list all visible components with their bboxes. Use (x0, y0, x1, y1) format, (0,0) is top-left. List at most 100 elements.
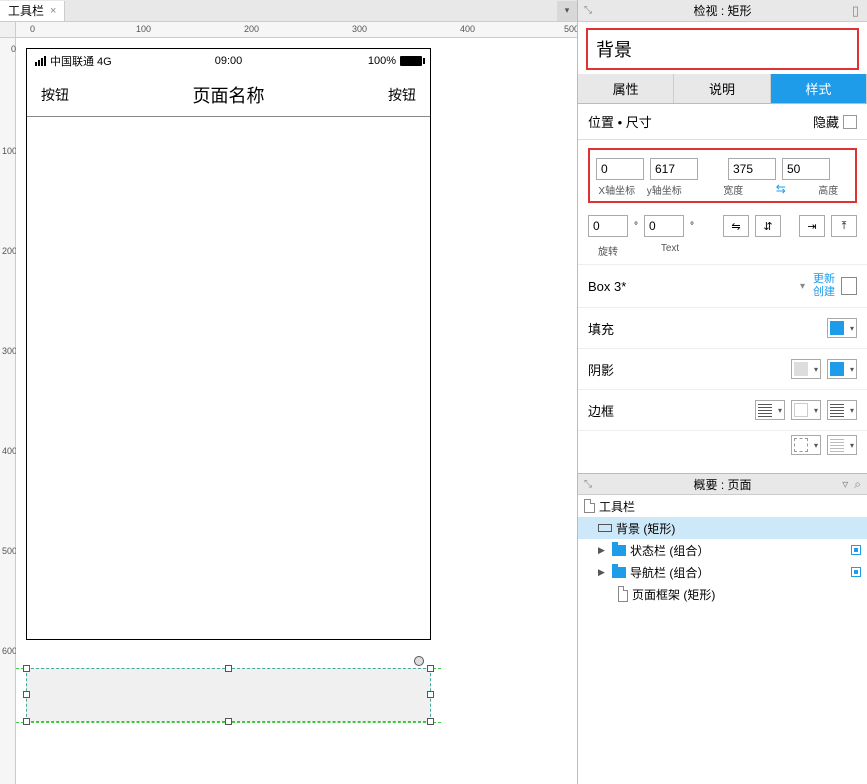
x-input[interactable] (596, 158, 644, 180)
search-icon[interactable]: ⌕ (854, 477, 861, 492)
folder-icon (612, 567, 626, 578)
tab-title: 工具栏 (8, 2, 44, 19)
horizontal-ruler: 0 100 200 300 400 500 (16, 22, 577, 38)
resize-handle[interactable] (427, 718, 434, 725)
resize-handle[interactable] (23, 718, 30, 725)
expand-icon[interactable]: ▶ (598, 567, 608, 578)
visibility-marker[interactable] (851, 545, 861, 555)
flip-h-icon[interactable]: ⇋ (723, 215, 749, 237)
outline-frame[interactable]: 页面框架 (矩形) (578, 583, 867, 605)
selected-bg-rect[interactable] (26, 668, 431, 722)
y-label: y轴坐标 (643, 182, 684, 197)
close-icon[interactable]: × (50, 5, 56, 17)
style-selector-row: Box 3* ▾ 更新 创建 (578, 264, 867, 307)
anchor-handle[interactable] (414, 656, 424, 666)
text-rotation-input[interactable] (644, 215, 684, 237)
tab-style[interactable]: 样式 (771, 74, 867, 103)
filter-icon[interactable]: ▿ (842, 477, 848, 492)
border-label: 边框 (588, 401, 749, 420)
width-label: 宽度 (713, 182, 754, 197)
shadow-label: 阴影 (588, 360, 785, 379)
corner-radius-button[interactable]: ▾ (791, 435, 821, 455)
link-wh-icon[interactable]: ⇆ (760, 182, 801, 197)
collapse-icon[interactable]: ⤡ (584, 5, 592, 16)
carrier-label: 中国联通 4G (50, 53, 112, 69)
resize-handle[interactable] (23, 665, 30, 672)
expand-icon[interactable]: ▶ (598, 545, 608, 556)
rotation-input[interactable] (588, 215, 628, 237)
position-size-section: 位置 • 尺寸 隐藏 (578, 104, 867, 140)
inspector-tabs: 属性 说明 样式 (578, 74, 867, 104)
resize-handle[interactable] (23, 691, 30, 698)
nav-title: 页面名称 (193, 82, 265, 108)
y-input[interactable] (650, 158, 698, 180)
page-icon (584, 499, 595, 513)
inspector-panel: ⤡ 检视 : 矩形 ▯ 背景 属性 说明 样式 位置 • 尺寸 隐藏 X轴坐标 … (577, 0, 867, 784)
tab-properties[interactable]: 属性 (578, 74, 674, 103)
create-style-link[interactable]: 创建 (813, 286, 835, 299)
document-tab-bar: 工具栏 × ▾ (0, 0, 577, 22)
visibility-marker[interactable] (851, 567, 861, 577)
x-label: X轴坐标 (596, 182, 637, 197)
resize-handle[interactable] (225, 718, 232, 725)
update-style-link[interactable]: 更新 (813, 273, 835, 286)
height-input[interactable] (782, 158, 830, 180)
fill-row: 填充 ▾ (578, 307, 867, 348)
resize-handle[interactable] (427, 691, 434, 698)
hide-checkbox[interactable] (843, 115, 857, 129)
fit-width-icon[interactable]: ⇥ (799, 215, 825, 237)
folder-icon (612, 545, 626, 556)
border-color-button[interactable]: ▾ (791, 400, 821, 420)
status-bar: 中国联通 4G 09:00 100% (27, 49, 430, 73)
fill-color-button[interactable]: ▾ (827, 318, 857, 338)
signal-icon (35, 56, 46, 66)
battery-percent: 100% (368, 55, 396, 67)
shadow-inner-button[interactable]: ▾ (827, 359, 857, 379)
outline-bg[interactable]: 背景 (矩形) (578, 517, 867, 539)
nav-left-button[interactable]: 按钮 (41, 85, 69, 105)
hide-label: 隐藏 (813, 112, 839, 131)
border-row: 边框 ▾ ▾ ▾ (578, 389, 867, 430)
outline-header: ⤡ 概要 : 页面 ▿ ⌕ (578, 473, 867, 495)
collapse-icon[interactable]: ⤡ (584, 479, 592, 490)
document-tab[interactable]: 工具栏 × (0, 1, 65, 21)
element-name-field[interactable]: 背景 (586, 28, 859, 70)
outline-page[interactable]: 工具栏 (578, 495, 867, 517)
design-canvas[interactable]: 中国联通 4G 09:00 100% 按钮 页面名称 按钮 (16, 38, 577, 784)
shadow-outer-button[interactable]: ▾ (791, 359, 821, 379)
outline-title: 概要 : 页面 (693, 476, 751, 493)
position-size-label: 位置 • 尺寸 (588, 112, 652, 131)
border-extra-row: ▾ ▾ (578, 430, 867, 465)
rect-icon (618, 586, 628, 602)
nav-bar: 按钮 页面名称 按钮 (27, 73, 430, 117)
tab-dropdown[interactable]: ▾ (557, 1, 577, 21)
vertical-ruler: 0 100 200 300 400 500 600 (0, 38, 16, 784)
doc-icon[interactable] (841, 277, 857, 295)
flip-v-icon[interactable]: ⇵ (755, 215, 781, 237)
outline-nav[interactable]: ▶ 导航栏 (组合） (578, 561, 867, 583)
tab-notes[interactable]: 说明 (674, 74, 770, 103)
resize-handle[interactable] (225, 665, 232, 672)
chevron-down-icon[interactable]: ▾ (800, 281, 805, 292)
style-name[interactable]: Box 3* (588, 279, 800, 294)
outline-label: 工具栏 (599, 498, 635, 515)
outline-label: 导航栏 (组合） (630, 564, 709, 581)
resize-handle[interactable] (427, 665, 434, 672)
text-rot-label: Text (650, 243, 690, 258)
border-visibility-button[interactable]: ▾ (827, 435, 857, 455)
outline-label: 页面框架 (矩形) (632, 586, 715, 603)
outline-label: 背景 (矩形) (616, 520, 675, 537)
page-icon[interactable]: ▯ (852, 3, 859, 19)
border-style-button[interactable]: ▾ (827, 400, 857, 420)
rotation-label: 旋转 (588, 243, 628, 258)
inspector-header: ⤡ 检视 : 矩形 ▯ (578, 0, 867, 22)
phone-frame[interactable]: 中国联通 4G 09:00 100% 按钮 页面名称 按钮 (26, 48, 431, 640)
fill-label: 填充 (588, 319, 821, 338)
rotation-row: ° ° ⇋ ⇵ ⇥ ⤒ (588, 215, 857, 237)
border-width-button[interactable]: ▾ (755, 400, 785, 420)
outline-status[interactable]: ▶ 状态栏 (组合） (578, 539, 867, 561)
nav-right-button[interactable]: 按钮 (388, 85, 416, 105)
battery-icon (400, 56, 422, 66)
fit-height-icon[interactable]: ⤒ (831, 215, 857, 237)
width-input[interactable] (728, 158, 776, 180)
